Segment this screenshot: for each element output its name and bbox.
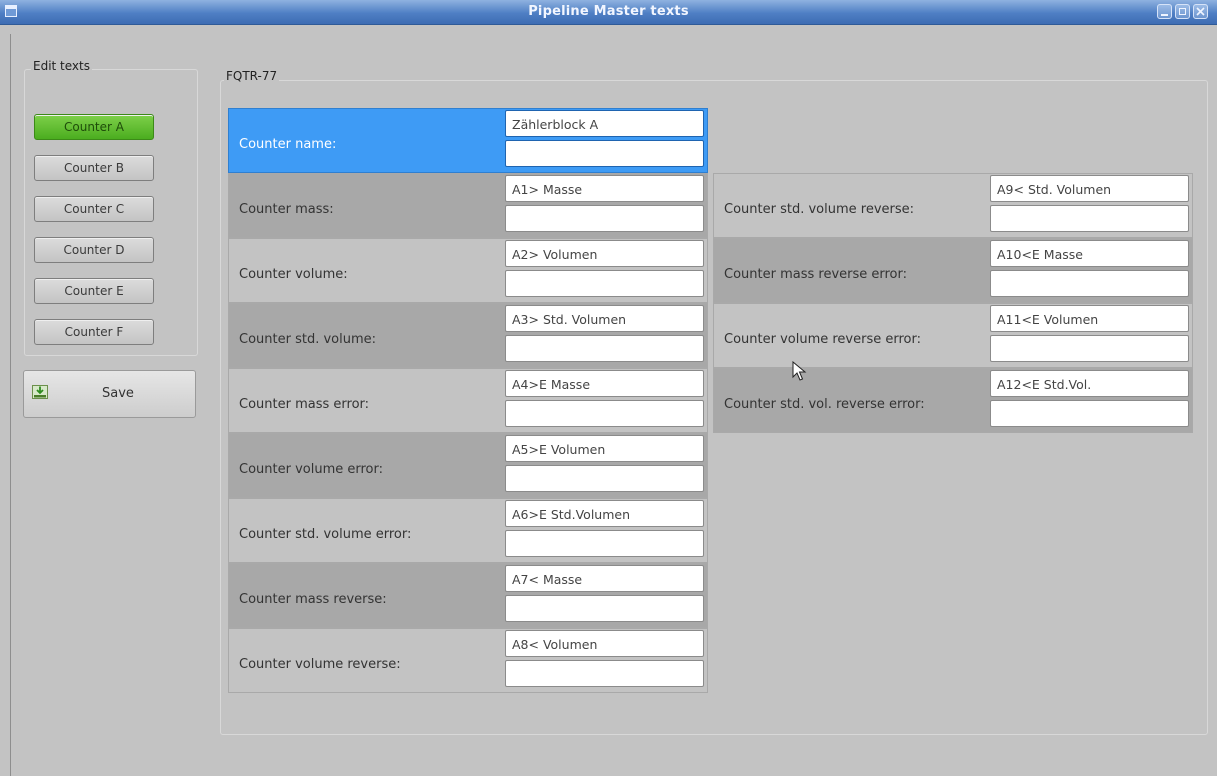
row-label: Counter std. vol. reverse error: (713, 368, 988, 433)
row-label: Counter name: (228, 108, 503, 173)
row-label: Counter std. volume error: (228, 498, 503, 563)
row-label: Counter mass: (228, 173, 503, 238)
row-value-cell (503, 238, 708, 303)
row-label: Counter volume error: (228, 433, 503, 498)
close-button[interactable] (1193, 4, 1208, 19)
save-label: Save (102, 386, 134, 401)
row-label: Counter volume reverse: (228, 628, 503, 693)
row-label-text: Counter name: (239, 137, 337, 152)
row-label: Counter volume reverse error: (713, 303, 988, 368)
text-field-secondary[interactable] (505, 140, 704, 167)
row-label: Counter mass error: (228, 368, 503, 433)
row-label-text: Counter mass: (239, 202, 334, 217)
text-field-primary[interactable] (505, 630, 704, 657)
row-label: Counter mass reverse: (228, 563, 503, 628)
text-field-primary[interactable] (505, 305, 704, 332)
text-field-secondary[interactable] (505, 465, 704, 492)
row-value-cell (503, 173, 708, 238)
row-label: Counter std. volume reverse: (713, 173, 988, 238)
counter-f-button[interactable]: Counter F (34, 319, 154, 345)
text-field-secondary[interactable] (505, 270, 704, 297)
row-value-cell (503, 498, 708, 563)
close-icon (1196, 7, 1205, 16)
row-value-cell (503, 303, 708, 368)
text-field-primary[interactable] (990, 240, 1189, 267)
row-value-cell (503, 108, 708, 173)
row-value-cell (503, 563, 708, 628)
text-field-primary[interactable] (990, 370, 1189, 397)
text-field-primary[interactable] (505, 370, 704, 397)
counter-c-button[interactable]: Counter C (34, 196, 154, 222)
row-label: Counter std. volume: (228, 303, 503, 368)
row-value-cell (503, 368, 708, 433)
fqtr-group-title: FQTR-77 (224, 69, 280, 83)
row-label: Counter mass reverse error: (713, 238, 988, 303)
row-label-text: Counter mass error: (239, 397, 370, 412)
edit-texts-title: Edit texts (31, 59, 92, 73)
save-button[interactable]: Save (23, 370, 196, 418)
row-value-cell (988, 368, 1193, 433)
save-icon (32, 385, 48, 399)
row-label-text: Counter volume: (239, 267, 348, 282)
text-field-primary[interactable] (505, 175, 704, 202)
text-field-secondary[interactable] (505, 335, 704, 362)
text-field-primary[interactable] (505, 240, 704, 267)
text-field-primary[interactable] (505, 565, 704, 592)
row-label-text: Counter std. volume reverse: (724, 202, 915, 217)
row-value-cell (503, 433, 708, 498)
text-field-secondary[interactable] (505, 660, 704, 687)
minimize-button[interactable] (1157, 4, 1172, 19)
text-field-secondary[interactable] (505, 530, 704, 557)
counter-a-button[interactable]: Counter A (34, 114, 154, 140)
text-field-secondary[interactable] (990, 270, 1189, 297)
row-value-cell (988, 238, 1193, 303)
counter-b-button[interactable]: Counter B (34, 155, 154, 181)
row-label-text: Counter mass reverse error: (724, 267, 908, 282)
title-bar: Pipeline Master texts (0, 0, 1217, 25)
text-field-secondary[interactable] (505, 400, 704, 427)
maximize-button[interactable] (1175, 4, 1190, 19)
row-label-text: Counter volume reverse error: (724, 332, 921, 347)
mouse-cursor-icon (792, 361, 807, 381)
row-label-text: Counter std. vol. reverse error: (724, 397, 925, 412)
row-value-cell (503, 628, 708, 693)
row-value-cell (988, 303, 1193, 368)
counter-e-button[interactable]: Counter E (34, 278, 154, 304)
window-title: Pipeline Master texts (528, 4, 689, 19)
text-field-primary[interactable] (990, 175, 1189, 202)
text-field-primary[interactable] (505, 500, 704, 527)
row-label-text: Counter mass reverse: (239, 592, 387, 607)
row-label-text: Counter volume error: (239, 462, 383, 477)
text-field-primary[interactable] (505, 435, 704, 462)
text-field-primary[interactable] (505, 110, 704, 137)
text-field-secondary[interactable] (505, 595, 704, 622)
row-label-text: Counter std. volume error: (239, 527, 412, 542)
row-label-text: Counter std. volume: (239, 332, 377, 347)
row-label-text: Counter volume reverse: (239, 657, 401, 672)
counter-d-button[interactable]: Counter D (34, 237, 154, 263)
window-left-frame (10, 34, 11, 776)
text-field-primary[interactable] (990, 305, 1189, 332)
row-value-cell (988, 173, 1193, 238)
row-label: Counter volume: (228, 238, 503, 303)
text-field-secondary[interactable] (505, 205, 704, 232)
text-field-secondary[interactable] (990, 205, 1189, 232)
text-field-secondary[interactable] (990, 400, 1189, 427)
text-field-secondary[interactable] (990, 335, 1189, 362)
